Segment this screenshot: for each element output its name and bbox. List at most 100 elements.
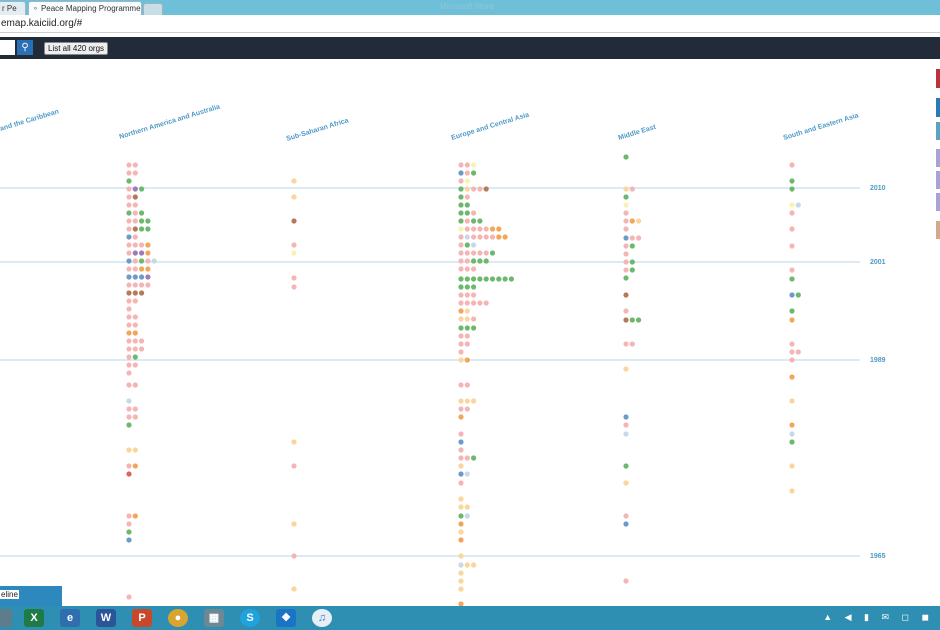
word-icon[interactable]: W bbox=[96, 609, 116, 627]
calculator-icon[interactable]: ▦ bbox=[204, 609, 224, 627]
legend-swatch[interactable] bbox=[936, 69, 940, 88]
start-button[interactable] bbox=[0, 609, 12, 627]
timeline-chart: 2010 2001 1989 1965 and the Caribbean Norther… bbox=[0, 104, 886, 606]
org-dot bbox=[629, 341, 635, 347]
org-dot bbox=[458, 341, 464, 347]
org-dot bbox=[623, 226, 629, 232]
org-dot bbox=[458, 218, 464, 224]
org-dot bbox=[471, 186, 477, 192]
skype-icon[interactable]: S bbox=[240, 609, 260, 627]
org-dot bbox=[458, 276, 464, 282]
org-dot bbox=[483, 258, 489, 264]
org-dot bbox=[458, 284, 464, 290]
org-dot bbox=[458, 521, 464, 527]
org-dot bbox=[477, 234, 483, 240]
dropbox-icon[interactable]: ❖ bbox=[276, 609, 296, 627]
org-dot bbox=[458, 325, 464, 331]
search-button[interactable]: ⚲ bbox=[17, 40, 33, 55]
org-dot bbox=[126, 298, 132, 304]
legend-swatch[interactable] bbox=[936, 171, 940, 189]
org-dot bbox=[464, 471, 470, 477]
org-dot bbox=[126, 314, 132, 320]
org-dot bbox=[471, 226, 477, 232]
org-dot bbox=[139, 274, 145, 280]
excel-icon[interactable]: X bbox=[24, 609, 44, 627]
org-dot bbox=[464, 341, 470, 347]
org-dot bbox=[471, 455, 477, 461]
org-dot bbox=[126, 330, 132, 336]
org-dot bbox=[139, 258, 145, 264]
org-dot bbox=[458, 162, 464, 168]
org-dot bbox=[623, 521, 629, 527]
org-dot bbox=[458, 455, 464, 461]
list-all-orgs-button[interactable]: List all 420 orgs bbox=[44, 42, 109, 55]
legend-swatch[interactable] bbox=[936, 122, 940, 140]
legend-swatch[interactable] bbox=[936, 98, 940, 117]
org-dot bbox=[464, 325, 470, 331]
org-dot bbox=[471, 562, 477, 568]
org-dot bbox=[458, 349, 464, 355]
org-dot bbox=[151, 258, 157, 264]
system-tray[interactable]: ▲ ◀ ▮ ✉ ◻ ◼ bbox=[823, 612, 934, 623]
org-dot bbox=[145, 258, 151, 264]
org-dot bbox=[477, 250, 483, 256]
org-dot bbox=[126, 234, 132, 240]
org-dot bbox=[139, 186, 145, 192]
tab-active[interactable]: ⚬ Peace Mapping Programme bbox=[28, 1, 142, 15]
region-header: and the Caribbean bbox=[0, 108, 60, 133]
org-dot bbox=[623, 341, 629, 347]
address-bar[interactable]: emap.kaiciid.org/# bbox=[0, 15, 940, 33]
tab-background[interactable]: r Pe bbox=[0, 1, 26, 15]
org-dot bbox=[464, 300, 470, 306]
org-dot bbox=[132, 218, 138, 224]
org-dot bbox=[132, 210, 138, 216]
org-dot bbox=[126, 447, 132, 453]
org-dot bbox=[464, 276, 470, 282]
org-dot bbox=[464, 234, 470, 240]
org-dot bbox=[132, 463, 138, 469]
org-dot bbox=[464, 242, 470, 248]
ie-icon[interactable]: e bbox=[60, 609, 80, 627]
org-dot bbox=[291, 439, 297, 445]
chrome-icon[interactable]: ● bbox=[168, 609, 188, 627]
org-dot bbox=[496, 234, 502, 240]
legend-swatch[interactable] bbox=[936, 193, 940, 211]
org-dot bbox=[623, 578, 629, 584]
org-dot bbox=[464, 258, 470, 264]
tab-label: r Pe bbox=[2, 4, 17, 13]
org-dot bbox=[132, 266, 138, 272]
search-input[interactable] bbox=[0, 40, 15, 55]
org-dot bbox=[458, 471, 464, 477]
org-dot bbox=[483, 276, 489, 282]
org-dot bbox=[464, 170, 470, 176]
org-dot bbox=[464, 292, 470, 298]
legend-swatch[interactable] bbox=[936, 149, 940, 167]
org-dot bbox=[789, 422, 795, 428]
org-dot bbox=[623, 308, 629, 314]
org-dot bbox=[789, 488, 795, 494]
org-dot bbox=[132, 194, 138, 200]
org-dot bbox=[126, 290, 132, 296]
org-dot bbox=[291, 553, 297, 559]
org-dot bbox=[464, 162, 470, 168]
timeline-button[interactable]: eline bbox=[0, 586, 62, 606]
org-dot bbox=[477, 226, 483, 232]
legend-swatch[interactable] bbox=[936, 221, 940, 239]
org-dot bbox=[458, 431, 464, 437]
org-dot bbox=[464, 284, 470, 290]
org-dot bbox=[496, 276, 502, 282]
org-dot bbox=[464, 357, 470, 363]
org-dot bbox=[126, 594, 132, 600]
org-dot bbox=[126, 370, 132, 376]
org-dot bbox=[126, 210, 132, 216]
org-dot bbox=[458, 414, 464, 420]
org-dot bbox=[789, 398, 795, 404]
itunes-icon[interactable]: ♫ bbox=[312, 609, 332, 627]
powerpoint-icon[interactable]: P bbox=[132, 609, 152, 627]
org-dot bbox=[132, 338, 138, 344]
org-dot bbox=[623, 275, 629, 281]
org-dot bbox=[126, 266, 132, 272]
org-dot bbox=[132, 346, 138, 352]
org-dot bbox=[464, 382, 470, 388]
org-dot bbox=[458, 382, 464, 388]
